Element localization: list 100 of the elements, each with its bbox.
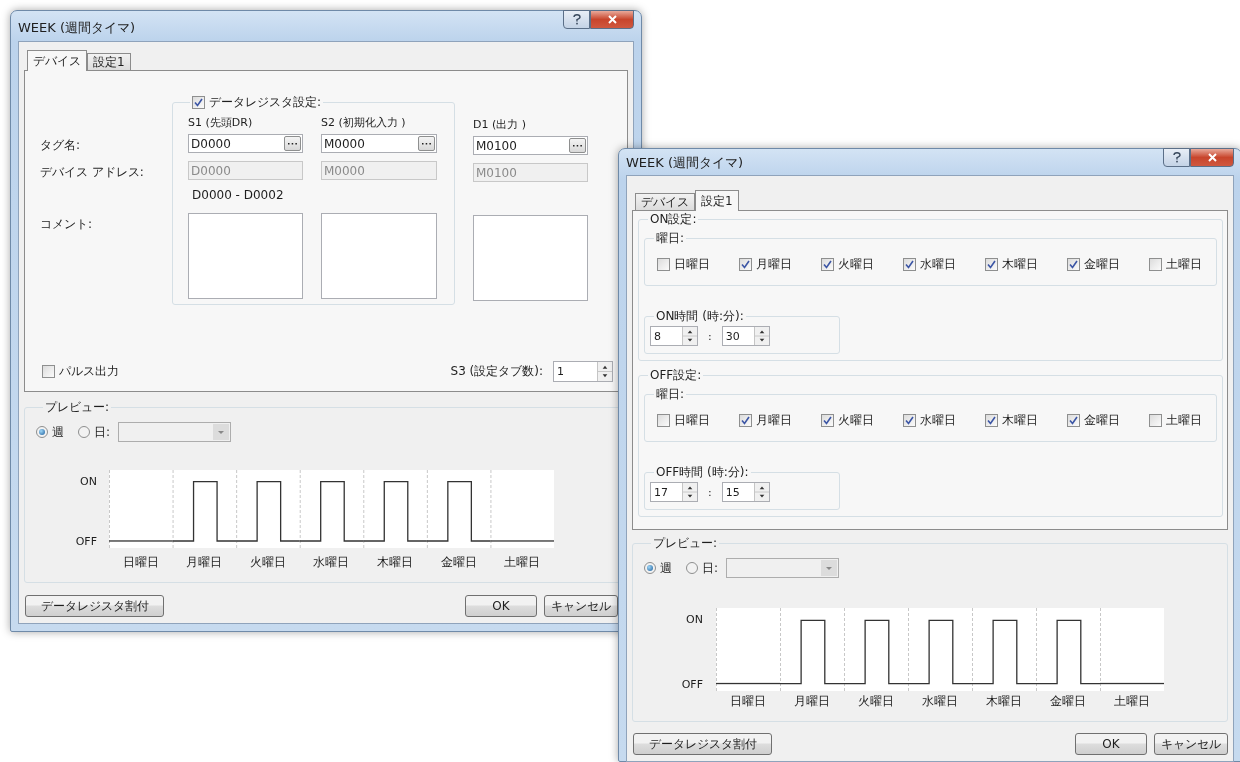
checkbox-label[interactable]: 月曜日 — [756, 412, 792, 429]
axis-label: OFF — [75, 536, 97, 548]
checkbox-label[interactable]: 土曜日 — [1166, 412, 1202, 429]
spin-arrows-icon[interactable] — [682, 327, 697, 345]
checkbox-label[interactable]: 火曜日 — [838, 412, 874, 429]
day-label: 金曜日 — [440, 554, 477, 570]
radio-button[interactable] — [644, 562, 656, 574]
day-label: 木曜日 — [986, 693, 1022, 709]
spin-arrows-icon[interactable] — [682, 483, 697, 501]
checkbox[interactable] — [739, 258, 752, 271]
ok-button[interactable]: OK — [465, 595, 537, 617]
checkbox-label[interactable]: 水曜日 — [920, 412, 956, 429]
time-separator: : — [708, 329, 712, 343]
cancel-button[interactable]: キャンセル — [544, 595, 618, 617]
cancel-button[interactable]: キャンセル — [1154, 733, 1228, 755]
comment-field[interactable] — [321, 213, 437, 299]
tab[interactable]: 設定1 — [87, 53, 131, 70]
help-button[interactable] — [563, 10, 590, 29]
tab[interactable]: デバイス — [635, 193, 695, 210]
checkbox[interactable] — [903, 258, 916, 271]
checkbox[interactable] — [821, 414, 834, 427]
column-header: D1 (出力 ) — [473, 117, 528, 133]
field-label: デバイス アドレス: — [40, 164, 145, 181]
radio-label[interactable]: 日: — [702, 559, 719, 577]
axis-label: OFF — [681, 679, 703, 691]
checkbox-label[interactable]: パルス出力 — [59, 363, 119, 380]
spin-arrows-icon[interactable] — [753, 483, 769, 501]
radio-label[interactable]: 週 — [660, 559, 672, 577]
group-label: 曜日: — [656, 231, 685, 245]
radio-label[interactable]: 週 — [52, 423, 64, 441]
browse-button[interactable] — [418, 136, 435, 151]
help-button[interactable] — [1163, 148, 1190, 167]
checkbox[interactable] — [821, 258, 834, 271]
spin-arrows-icon[interactable] — [597, 362, 612, 381]
radio-button[interactable] — [686, 562, 698, 574]
tab[interactable]: デバイス — [27, 50, 87, 71]
column-header: S2 (初期化入力 ) — [321, 115, 407, 131]
ok-button[interactable]: OK — [1075, 733, 1147, 755]
checkbox-label[interactable]: 火曜日 — [838, 256, 874, 273]
day-label: 土曜日 — [1114, 693, 1150, 709]
radio-label[interactable]: 日: — [94, 423, 111, 441]
day-label: 日曜日 — [730, 693, 766, 709]
day-label: 月曜日 — [186, 554, 223, 570]
checkbox-label[interactable]: 木曜日 — [1002, 412, 1038, 429]
column-header: S1 (先頭DR) — [188, 115, 254, 131]
ellipsis-icon — [288, 142, 297, 145]
checkbox-label[interactable]: 月曜日 — [756, 256, 792, 273]
address-range: D0000 - D0002 — [191, 188, 285, 202]
assign-button[interactable]: データレジスタ割付 — [25, 595, 164, 617]
close-button[interactable] — [1190, 148, 1234, 167]
number-field[interactable]: 1 — [553, 361, 613, 382]
checkbox-label[interactable]: 日曜日 — [674, 256, 710, 273]
day-label: 金曜日 — [1050, 693, 1086, 709]
spin-arrows-icon[interactable] — [753, 327, 769, 345]
checkbox[interactable] — [985, 258, 998, 271]
number-field[interactable]: 8 — [650, 326, 698, 346]
checkbox-label[interactable]: データレジスタ設定: — [209, 95, 322, 109]
checkbox[interactable] — [42, 365, 55, 378]
ellipsis-icon — [573, 144, 582, 147]
day-label: 火曜日 — [249, 554, 286, 570]
tab[interactable]: 設定1 — [695, 190, 739, 211]
browse-button[interactable] — [569, 138, 586, 153]
comment-field[interactable] — [188, 213, 303, 299]
day-label: 水曜日 — [313, 554, 350, 570]
checkbox-label[interactable]: 木曜日 — [1002, 256, 1038, 273]
number-field[interactable]: 30 — [721, 326, 770, 346]
checkbox[interactable] — [1067, 414, 1080, 427]
checkbox[interactable] — [1067, 258, 1080, 271]
window-title: WEEK (週間タイマ) — [626, 154, 744, 172]
checkbox[interactable] — [657, 258, 670, 271]
checkbox[interactable] — [1149, 258, 1162, 271]
radio-button[interactable] — [36, 426, 48, 438]
close-button[interactable] — [590, 10, 634, 29]
checkbox-label[interactable]: 水曜日 — [920, 256, 956, 273]
radio-button[interactable] — [78, 426, 90, 438]
checkbox-label[interactable]: 土曜日 — [1166, 256, 1202, 273]
checkbox[interactable] — [1149, 414, 1162, 427]
checkbox-label[interactable]: 日曜日 — [674, 412, 710, 429]
checkbox[interactable] — [192, 95, 205, 109]
help-icon — [1172, 152, 1181, 163]
number-field[interactable]: 15 — [721, 482, 770, 502]
field-label: タグ名: — [40, 137, 82, 154]
time-separator: : — [708, 485, 712, 499]
checkbox[interactable] — [657, 414, 670, 427]
checkbox[interactable] — [985, 414, 998, 427]
group-label: プレビュー: — [653, 536, 718, 550]
checkbox[interactable] — [739, 414, 752, 427]
day-label: 水曜日 — [922, 693, 958, 709]
assign-button[interactable]: データレジスタ割付 — [633, 733, 772, 755]
browse-button[interactable] — [284, 136, 301, 151]
group-label: プレビュー: — [45, 400, 110, 414]
ellipsis-icon — [422, 142, 431, 145]
number-field[interactable]: 17 — [650, 482, 698, 502]
group-label: OFF時間 (時:分): — [656, 465, 749, 479]
comment-field[interactable] — [473, 215, 588, 301]
checkbox-label[interactable]: 金曜日 — [1084, 412, 1120, 429]
close-icon — [607, 15, 617, 24]
day-label: 木曜日 — [377, 554, 414, 570]
checkbox[interactable] — [903, 414, 916, 427]
checkbox-label[interactable]: 金曜日 — [1084, 256, 1120, 273]
